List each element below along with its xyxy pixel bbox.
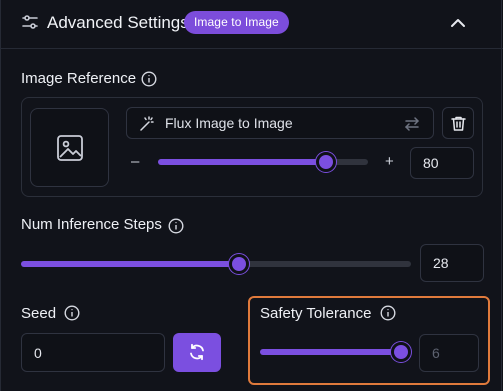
advanced-settings-header[interactable]: Advanced Settings Image to Image [1,0,503,49]
section-title: Advanced Settings [47,13,189,32]
safety-tolerance-slider[interactable] [260,342,411,362]
image-upload-slot[interactable] [30,108,109,187]
sliders-icon [22,15,38,29]
increase-strength-button[interactable]: + [385,153,394,170]
info-icon[interactable] [141,71,157,87]
magic-wand-icon [140,116,154,131]
info-icon[interactable] [64,305,80,321]
model-selector[interactable]: Flux Image to Image [126,107,434,139]
seed-input[interactable] [21,333,165,372]
model-name: Flux Image to Image [165,115,293,131]
trash-icon [451,116,466,131]
slider-fill [158,159,326,165]
image-reference-label: Image Reference [21,70,137,87]
safety-tolerance-label: Safety Tolerance [260,305,372,322]
inference-steps-label: Num Inference Steps [21,216,162,233]
info-icon[interactable] [380,305,396,321]
strength-slider[interactable] [158,152,368,172]
swap-icon[interactable] [403,115,421,133]
slider-fill [21,261,240,267]
mode-badge: Image to Image [184,11,289,34]
inference-steps-input[interactable] [420,244,484,282]
safety-tolerance-input [419,334,479,372]
slider-fill [260,349,401,355]
chevron-up-icon[interactable] [447,12,469,34]
refresh-icon [190,343,204,361]
inference-steps-slider[interactable] [21,254,411,274]
image-icon [57,135,83,161]
info-icon[interactable] [168,218,184,234]
decrease-strength-button[interactable]: – [131,153,139,170]
strength-input[interactable] [410,147,474,179]
slider-thumb[interactable] [229,254,250,274]
seed-label: Seed [21,305,57,322]
advanced-settings-panel: Advanced Settings Image to Image Image R… [0,0,503,391]
randomize-seed-button[interactable] [173,333,221,372]
slider-thumb[interactable] [316,152,336,172]
delete-reference-button[interactable] [442,107,474,139]
slider-thumb[interactable] [391,342,411,362]
